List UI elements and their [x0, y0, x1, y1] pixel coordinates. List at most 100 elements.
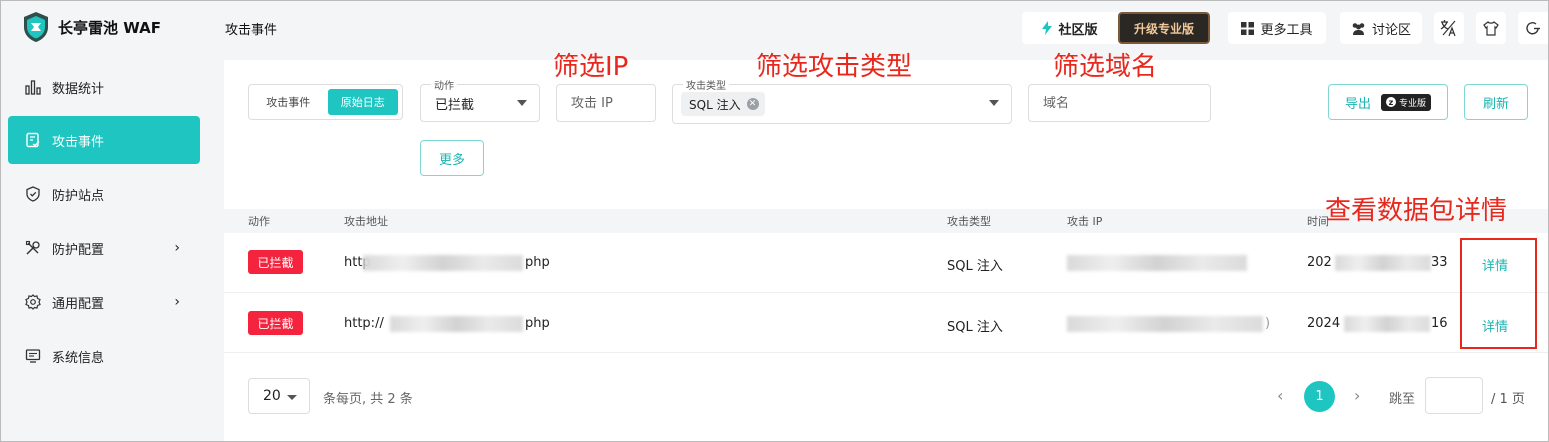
page-1-button[interactable]: 1 — [1304, 381, 1335, 412]
community-edition-button[interactable]: 社区版 — [1022, 12, 1118, 44]
attack-ip-field[interactable] — [556, 84, 656, 122]
column-header-ip: 攻击 IP — [1067, 215, 1103, 228]
logout-button[interactable] — [1518, 12, 1549, 44]
pro-badge: z 专业版 — [1381, 93, 1432, 111]
logo-shield-icon — [24, 12, 48, 42]
sidebar: 长亭雷池 WAF 数据统计 攻击事件 防护站点 防护配置 › 通用配置 › 系统… — [0, 0, 223, 442]
sidebar-item-label: 系统信息 — [52, 350, 105, 366]
annotation-filter-type: 筛选攻击类型 — [756, 52, 913, 82]
redacted-time — [1344, 316, 1430, 332]
translate-icon — [1440, 20, 1456, 37]
action-select[interactable]: 动作 已拦截 — [420, 77, 540, 122]
domain-field[interactable] — [1028, 84, 1211, 122]
next-page-icon[interactable]: › — [1354, 386, 1360, 405]
refresh-label: 刷新 — [1482, 96, 1509, 112]
pro-badge-label: 专业版 — [1399, 98, 1427, 109]
apps-icon — [1241, 21, 1255, 35]
monitor-icon — [24, 347, 42, 365]
chevron-right-icon: › — [174, 294, 180, 310]
edition-switcher: 社区版 升级专业版 — [1022, 12, 1210, 44]
jump-page-input[interactable] — [1425, 377, 1483, 414]
more-tools-label: 更多工具 — [1260, 22, 1313, 38]
refresh-button[interactable]: 刷新 — [1464, 84, 1528, 120]
upgrade-label: 升级专业版 — [1133, 21, 1194, 36]
tools-icon — [24, 239, 42, 257]
column-header-type: 攻击类型 — [947, 215, 991, 228]
sidebar-item-label: 防护站点 — [52, 188, 105, 204]
sidebar-item-general-config[interactable]: 通用配置 › — [8, 278, 200, 326]
app-logo[interactable]: 长亭雷池 WAF — [22, 11, 161, 43]
sidebar-item-label: 通用配置 — [52, 296, 105, 312]
sidebar-item-label: 数据统计 — [52, 81, 105, 97]
caret-down-icon — [517, 100, 527, 106]
redacted-url — [390, 316, 523, 332]
attack-url-suffix: php — [525, 316, 550, 331]
close-icon[interactable]: ✕ — [746, 98, 759, 110]
page-size-value: 20 — [263, 388, 281, 404]
more-filters-label: 更多 — [438, 152, 465, 168]
theme-button[interactable] — [1476, 12, 1506, 44]
annotation-filter-ip: 筛选IP — [553, 52, 629, 82]
redacted-ip — [1067, 255, 1247, 271]
time-suffix: 33 — [1431, 255, 1448, 270]
sidebar-item-protection-config[interactable]: 防护配置 › — [8, 224, 200, 272]
annotation-view-packet: 查看数据包详情 — [1325, 196, 1508, 226]
export-label: 导出 — [1344, 96, 1371, 112]
row-divider — [224, 352, 1549, 353]
total-pages: / 1 页 — [1491, 392, 1525, 407]
time-prefix: 2024 — [1307, 316, 1341, 331]
attack-url-prefix: http:// — [344, 316, 384, 331]
sidebar-item-stats[interactable]: 数据统计 — [8, 63, 200, 111]
upgrade-pro-button[interactable]: 升级专业版 — [1118, 12, 1210, 44]
redacted-time — [1335, 255, 1431, 271]
attack-url-suffix: php — [525, 255, 550, 270]
community-label: 社区版 — [1058, 22, 1098, 38]
view-segmented-control: 攻击事件 原始日志 — [248, 84, 403, 120]
sidebar-item-protected-sites[interactable]: 防护站点 — [8, 170, 200, 218]
column-header-url: 攻击地址 — [344, 215, 388, 228]
sidebar-item-system-info[interactable]: 系统信息 — [8, 332, 200, 380]
tab-attack-events[interactable]: 攻击事件 — [253, 89, 324, 115]
domain-input[interactable] — [1043, 95, 1210, 111]
users-icon — [1352, 22, 1365, 35]
language-button[interactable] — [1434, 12, 1464, 44]
attack-type-chip[interactable]: SQL 注入 ✕ — [681, 92, 765, 116]
column-header-action: 动作 — [248, 215, 270, 228]
gear-icon — [24, 293, 42, 311]
lightning-icon — [1042, 21, 1053, 35]
attack-type: SQL 注入 — [947, 320, 1003, 335]
blocked-badge: 已拦截 — [248, 250, 303, 274]
caret-down-icon — [989, 100, 999, 106]
annotation-filter-domain: 筛选域名 — [1053, 52, 1158, 82]
redacted-ip — [1067, 316, 1263, 332]
app-name: 长亭雷池 WAF — [58, 18, 161, 37]
sidebar-item-attack-events[interactable]: 攻击事件 — [8, 116, 200, 164]
attack-ip-input[interactable] — [571, 95, 655, 111]
sidebar-item-label: 防护配置 — [52, 242, 105, 258]
pro-logo-icon: z — [1386, 97, 1396, 107]
sidebar-item-label: 攻击事件 — [52, 134, 105, 150]
time-prefix: 202 — [1307, 255, 1332, 270]
document-check-icon — [24, 131, 42, 149]
annotation-highlight-box — [1460, 238, 1537, 349]
row-divider — [224, 292, 1549, 293]
action-select-label: 动作 — [431, 77, 457, 92]
attack-type-select[interactable]: 攻击类型 SQL 注入 ✕ — [672, 77, 1012, 124]
attack-type-label: 攻击类型 — [683, 77, 729, 92]
blocked-badge: 已拦截 — [248, 311, 303, 335]
export-button[interactable]: 导出 z 专业版 — [1328, 84, 1448, 120]
attack-type: SQL 注入 — [947, 259, 1003, 274]
prev-page-icon[interactable]: ‹ — [1277, 386, 1283, 405]
shirt-icon — [1483, 20, 1499, 36]
caret-down-icon — [287, 395, 297, 400]
ip-tail: ) — [1265, 316, 1271, 331]
jump-to-label: 跳至 — [1389, 392, 1416, 407]
more-filters-button[interactable]: 更多 — [420, 140, 484, 176]
shield-icon — [24, 185, 42, 203]
attack-type-chip-label: SQL 注入 — [689, 97, 741, 112]
more-tools-button[interactable]: 更多工具 — [1228, 12, 1326, 44]
page-size-select[interactable]: 20 — [248, 378, 310, 414]
forum-button[interactable]: 讨论区 — [1340, 12, 1422, 44]
tab-raw-logs[interactable]: 原始日志 — [327, 89, 398, 115]
forum-label: 讨论区 — [1371, 22, 1411, 38]
